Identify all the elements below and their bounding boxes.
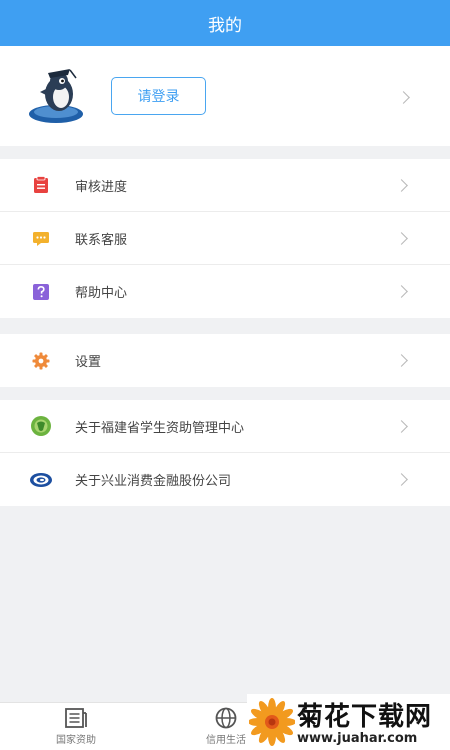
chevron-right-icon — [395, 178, 408, 192]
menu-item-about-fujian-center[interactable]: 关于福建省学生资助管理中心 — [0, 400, 450, 453]
menu-item-label: 关于兴业消费金融股份公司 — [75, 474, 232, 489]
fujian-center-logo-icon — [31, 416, 51, 436]
menu-group-settings: 设置 — [0, 334, 450, 387]
help-icon — [33, 283, 49, 300]
tab-label: 国家资助 — [56, 735, 96, 746]
menu-item-label: 帮助中心 — [75, 286, 128, 301]
clipboard-icon — [34, 176, 48, 193]
chevron-right-icon — [395, 231, 408, 245]
watermark: 菊花下载网 www.juahar.com — [247, 694, 450, 750]
menu-item-settings[interactable]: 设置 — [0, 334, 450, 387]
newspaper-icon — [65, 708, 87, 728]
chevron-right-icon — [397, 91, 410, 104]
page-title: 我的 — [208, 15, 242, 36]
menu-item-label: 设置 — [75, 355, 102, 370]
menu-item-label: 关于福建省学生资助管理中心 — [75, 420, 245, 436]
login-button[interactable]: 请登录 — [111, 77, 206, 115]
menu-item-about-cib-consumer-finance[interactable]: 关于兴业消费金融股份公司 — [0, 453, 450, 506]
gear-icon — [32, 352, 50, 369]
globe-icon — [215, 707, 237, 729]
menu-group-about: 关于福建省学生资助管理中心 关于兴业消费金融股份公司 — [0, 400, 450, 506]
watermark-title: 菊花下载网 — [297, 702, 433, 732]
menu-item-contact-support[interactable]: 联系客服 — [0, 212, 450, 265]
chevron-right-icon — [395, 285, 408, 298]
cib-logo-icon — [30, 472, 52, 487]
menu-group-primary: 审核进度 联系客服 帮助中心 — [0, 159, 450, 318]
menu-item-label: 联系客服 — [75, 232, 128, 248]
chat-icon — [33, 232, 49, 246]
chrysanthemum-logo-icon — [249, 698, 295, 746]
chevron-right-icon — [395, 473, 408, 486]
menu-item-help-center[interactable]: 帮助中心 — [0, 265, 450, 318]
chevron-right-icon — [395, 354, 408, 367]
avatar — [29, 69, 83, 123]
tab-national-aid[interactable]: 国家资助 — [36, 707, 116, 746]
menu-item-label: 审核进度 — [75, 179, 128, 195]
watermark-text: 菊花下载网 www.juahar.com — [297, 696, 432, 746]
page-header: 我的 — [0, 0, 450, 46]
menu-item-review-progress[interactable]: 审核进度 — [0, 159, 450, 212]
profile-section[interactable]: 请登录 — [0, 46, 450, 146]
chevron-right-icon — [395, 419, 408, 433]
watermark-url: www.juahar.com — [297, 731, 418, 746]
